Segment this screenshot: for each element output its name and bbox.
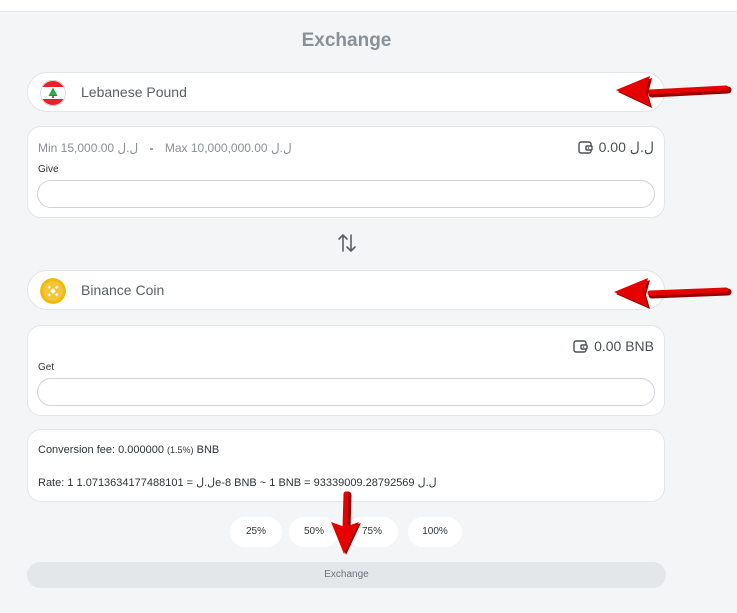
exchange-rate: Rate: 1 ل.ل = 1.0713634177488101e-8 BNB …	[38, 477, 437, 489]
swap-arrows-icon[interactable]	[336, 232, 358, 254]
get-panel: 0.00 BNB Get	[27, 325, 665, 416]
min-limit: Min 15,000.00 ل.ل	[38, 141, 139, 155]
from-balance: 0.00 ل.ل	[577, 139, 654, 157]
info-panel: Conversion fee: 0.000000 (1.5%) BNB Rate…	[27, 429, 665, 502]
to-balance-value: 0.00 BNB	[594, 338, 654, 354]
percent-100-button[interactable]: 100%	[408, 517, 462, 547]
give-input[interactable]	[37, 180, 655, 208]
percent-75-button[interactable]: 75%	[346, 517, 398, 547]
from-currency-select[interactable]: Lebanese Pound	[27, 72, 665, 112]
bnb-coin-icon	[40, 278, 66, 304]
fee-percent: (1.5%)	[167, 445, 194, 455]
get-label: Get	[38, 362, 55, 373]
fee-amount: Conversion fee: 0.000000	[38, 444, 164, 456]
to-currency-name: Binance Coin	[81, 282, 165, 298]
fee-currency: BNB	[196, 444, 220, 456]
max-limit: Max 10,000,000.00 ل.ل	[164, 141, 292, 155]
top-bar	[0, 0, 737, 12]
wallet-icon	[577, 140, 593, 157]
conversion-fee: Conversion fee: 0.000000 (1.5%) BNB	[38, 444, 219, 456]
lebanon-flag-icon	[40, 80, 66, 106]
percent-50-button[interactable]: 50%	[289, 517, 339, 547]
from-balance-value: 0.00 ل.ل	[598, 139, 654, 155]
limits-text: Min 15,000.00 ل.ل - Max 10,000,000.00 ل.…	[38, 141, 292, 155]
percent-25-button[interactable]: 25%	[230, 517, 282, 547]
wallet-icon	[573, 339, 588, 356]
give-label: Give	[38, 164, 59, 175]
from-currency-name: Lebanese Pound	[81, 84, 187, 100]
page-title: Exchange	[301, 30, 392, 51]
give-panel: Min 15,000.00 ل.ل - Max 10,000,000.00 ل.…	[27, 126, 665, 218]
limits-separator: -	[149, 141, 154, 155]
exchange-button[interactable]: Exchange	[27, 562, 666, 588]
to-balance: 0.00 BNB	[573, 338, 654, 356]
get-input[interactable]	[37, 378, 655, 406]
to-currency-select[interactable]: Binance Coin	[27, 270, 665, 310]
